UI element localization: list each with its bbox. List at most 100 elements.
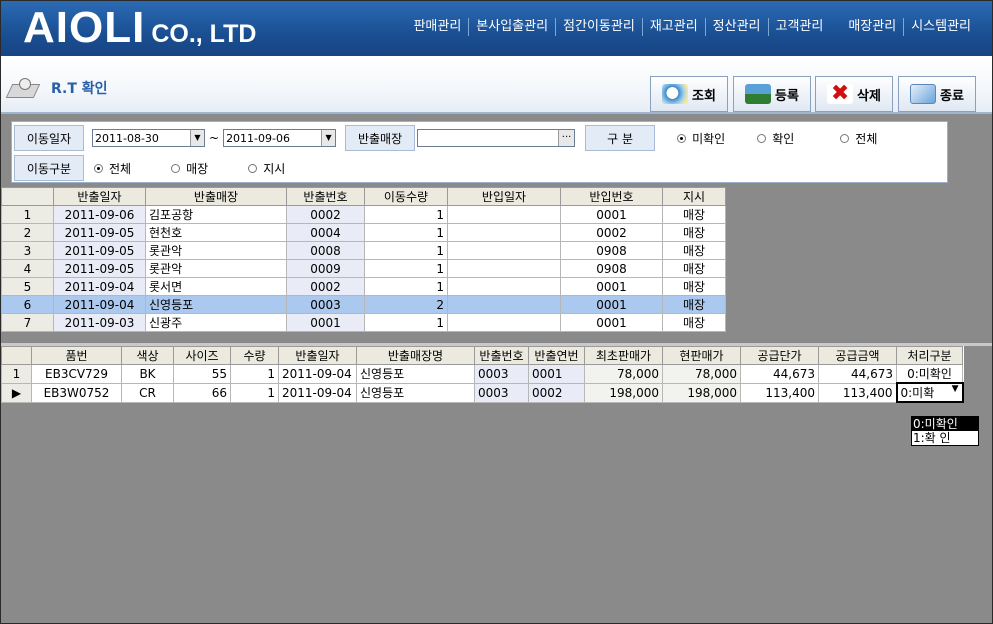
item-cell[interactable]: 55 xyxy=(173,364,231,384)
move-type-radio-all[interactable]: 전체 xyxy=(94,160,131,177)
kind-radio-confirmed[interactable]: 확인 xyxy=(757,130,794,147)
transfer-cell[interactable]: 2 xyxy=(364,295,448,314)
transfer-cell[interactable]: 매장 xyxy=(662,295,726,314)
delete-button[interactable]: ✖ 삭제 xyxy=(815,76,893,112)
item-cell[interactable]: 198,000 xyxy=(584,382,663,403)
col-current-price[interactable]: 현판매가 xyxy=(662,346,741,365)
dropdown-option-confirmed[interactable]: 1:확 인 xyxy=(912,431,978,445)
chevron-down-icon[interactable]: ▼ xyxy=(952,384,959,394)
transfer-cell[interactable]: 0001 xyxy=(560,313,663,332)
transfer-cell[interactable]: 1 xyxy=(364,277,448,296)
transfer-cell[interactable]: 1 xyxy=(364,259,448,278)
item-cell[interactable]: 2011-09-04 xyxy=(278,382,357,403)
transfer-cell[interactable]: 롯서면 xyxy=(145,277,287,296)
transfer-cell[interactable]: 매장 xyxy=(662,205,726,224)
transfer-cell[interactable]: 매장 xyxy=(662,277,726,296)
col-item-no[interactable]: 품번 xyxy=(31,346,122,365)
transfer-cell[interactable]: 매장 xyxy=(662,223,726,242)
transfer-row[interactable]: 2 2011-09-05 현천호 0004 1 0002 매장 xyxy=(1,223,726,242)
transfer-cell[interactable]: 0001 xyxy=(560,205,663,224)
transfer-cell[interactable] xyxy=(447,205,561,224)
date-to-picker[interactable]: 2011-09-06 ▼ xyxy=(223,129,337,147)
item-cell[interactable]: 113,400 xyxy=(740,382,819,403)
transfer-cell[interactable]: 0009 xyxy=(286,259,365,278)
col-out-store[interactable]: 반출매장 xyxy=(145,187,287,206)
transfer-cell[interactable]: 롯관악 xyxy=(145,259,287,278)
col-size[interactable]: 사이즈 xyxy=(173,346,231,365)
col-qty[interactable]: 수량 xyxy=(230,346,279,365)
transfer-cell[interactable] xyxy=(447,277,561,296)
transfer-cell[interactable]: 0908 xyxy=(560,241,663,260)
transfer-cell[interactable]: 현천호 xyxy=(145,223,287,242)
col-out-date-2[interactable]: 반출일자 xyxy=(278,346,357,365)
transfer-cell[interactable]: 신광주 xyxy=(145,313,287,332)
item-cell[interactable]: 0002 xyxy=(528,382,585,403)
out-store-input[interactable]: ··· xyxy=(417,129,576,147)
process-type-cell[interactable]: 0:미확 ▼ xyxy=(895,382,964,403)
item-cell[interactable]: 0001 xyxy=(528,364,585,384)
move-type-radio-store[interactable]: 매장 xyxy=(171,160,208,177)
menu-sales[interactable]: 판매관리 xyxy=(406,18,468,36)
transfer-cell[interactable]: 김포공항 xyxy=(145,205,287,224)
item-cell[interactable]: 78,000 xyxy=(584,364,663,384)
transfer-cell[interactable]: 2011-09-06 xyxy=(53,205,146,224)
move-type-radio-order[interactable]: 지시 xyxy=(248,160,285,177)
transfer-cell[interactable]: 0001 xyxy=(560,295,663,314)
col-out-no[interactable]: 반출번호 xyxy=(286,187,365,206)
transfer-cell[interactable]: 0008 xyxy=(286,241,365,260)
transfer-cell[interactable]: 2011-09-04 xyxy=(53,295,146,314)
col-supply-unit-price[interactable]: 공급단가 xyxy=(740,346,819,365)
transfer-row[interactable]: 7 2011-09-03 신광주 0001 1 0001 매장 xyxy=(1,313,726,332)
item-cell[interactable]: EB3W0752 xyxy=(31,382,122,403)
col-out-store-name[interactable]: 반출매장명 xyxy=(356,346,475,365)
kind-radio-unconfirmed[interactable]: 미확인 xyxy=(677,130,725,147)
menu-inventory[interactable]: 재고관리 xyxy=(641,18,705,36)
transfer-cell[interactable]: 신영등포 xyxy=(145,295,287,314)
transfer-cell[interactable]: 롯관악 xyxy=(145,241,287,260)
item-cell[interactable]: 113,400 xyxy=(818,382,897,403)
process-type-cell[interactable]: 0:미확인 xyxy=(896,364,963,384)
ellipsis-icon[interactable]: ··· xyxy=(558,130,575,146)
col-order[interactable]: 지시 xyxy=(662,187,726,206)
transfer-cell[interactable]: 2011-09-03 xyxy=(53,313,146,332)
item-cell[interactable]: 44,673 xyxy=(740,364,819,384)
transfer-cell[interactable]: 0003 xyxy=(286,295,365,314)
transfer-row[interactable]: 4 2011-09-05 롯관악 0009 1 0908 매장 xyxy=(1,259,726,278)
col-process-type[interactable]: 처리구분 xyxy=(896,346,963,365)
search-button[interactable]: 조회 xyxy=(650,76,728,112)
menu-store-transfer[interactable]: 점간이동관리 xyxy=(555,18,642,36)
item-cell[interactable]: BK xyxy=(121,364,174,384)
menu-settlement[interactable]: 정산관리 xyxy=(704,18,768,36)
register-button[interactable]: 등록 xyxy=(733,76,811,112)
transfer-cell[interactable]: 1 xyxy=(364,241,448,260)
menu-customer[interactable]: 고객관리 xyxy=(767,18,831,36)
item-cell[interactable]: 1 xyxy=(230,382,279,403)
transfer-row[interactable]: 5 2011-09-04 롯서면 0002 1 0001 매장 xyxy=(1,277,726,296)
transfer-cell[interactable]: 0002 xyxy=(560,223,663,242)
transfer-row[interactable]: 3 2011-09-05 롯관악 0008 1 0908 매장 xyxy=(1,241,726,260)
transfer-cell[interactable]: 0002 xyxy=(286,277,365,296)
transfer-cell[interactable] xyxy=(447,295,561,314)
item-cell[interactable]: 0003 xyxy=(474,382,529,403)
menu-store[interactable]: 매장관리 xyxy=(830,18,903,36)
transfer-cell[interactable]: 2011-09-04 xyxy=(53,277,146,296)
transfer-cell[interactable]: 1 xyxy=(364,313,448,332)
transfer-cell[interactable]: 매장 xyxy=(662,313,726,332)
transfer-cell[interactable]: 0001 xyxy=(286,313,365,332)
dropdown-option-unconfirmed[interactable]: 0:미확인 xyxy=(912,417,978,431)
item-cell[interactable]: 신영등포 xyxy=(356,364,475,384)
item-cell[interactable]: 78,000 xyxy=(662,364,741,384)
col-color[interactable]: 색상 xyxy=(121,346,174,365)
col-out-no-2[interactable]: 반출번호 xyxy=(474,346,529,365)
item-cell[interactable]: 198,000 xyxy=(662,382,741,403)
chevron-down-icon[interactable]: ▼ xyxy=(321,130,336,146)
menu-system[interactable]: 시스템관리 xyxy=(903,18,978,36)
col-move-qty[interactable]: 이동수량 xyxy=(364,187,448,206)
item-cell[interactable]: 2011-09-04 xyxy=(278,364,357,384)
transfer-cell[interactable]: 0908 xyxy=(560,259,663,278)
col-in-date[interactable]: 반입일자 xyxy=(447,187,561,206)
col-initial-price[interactable]: 최초판매가 xyxy=(584,346,663,365)
col-supply-amount[interactable]: 공급금액 xyxy=(818,346,897,365)
item-cell[interactable]: CR xyxy=(121,382,174,403)
transfer-cell[interactable] xyxy=(447,313,561,332)
